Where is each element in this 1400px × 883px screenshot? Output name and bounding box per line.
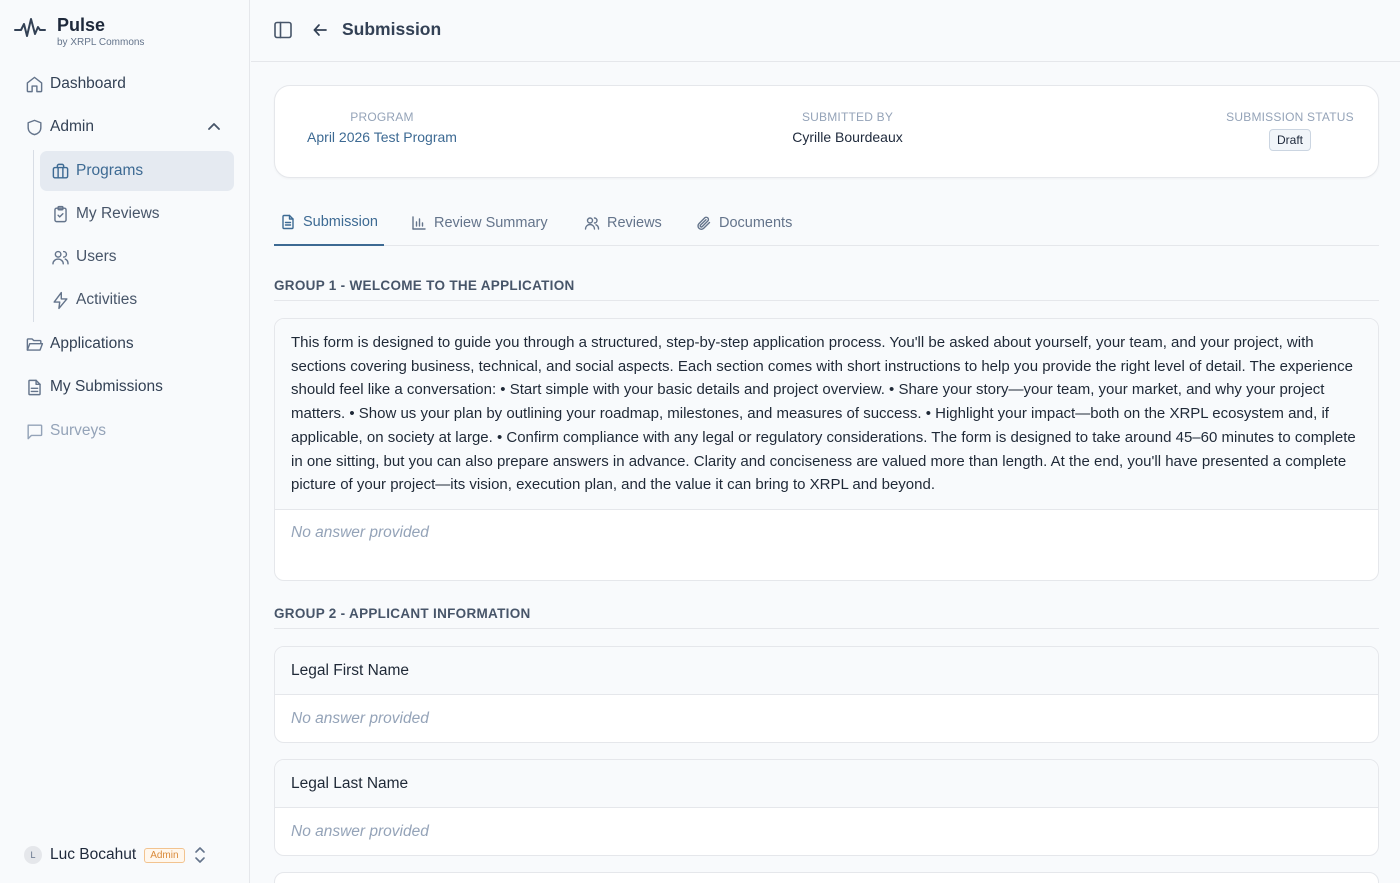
question-label: Legal Last Name [275,760,1378,808]
sidebar-item-my-reviews[interactable]: My Reviews [40,194,234,234]
submitted-by-label: SUBMITTED BY [801,110,894,124]
avatar: L [24,846,42,864]
group-title: GROUP 2 - APPLICANT INFORMATION [274,606,1379,629]
submission-meta-card: PROGRAM April 2026 Test Program SUBMITTE… [274,85,1379,178]
answer-text: No answer provided [291,709,429,727]
bar-chart-icon [412,216,426,230]
sidebar-item-programs[interactable]: Programs [40,151,234,191]
briefcase-icon [50,161,70,181]
tab-label: Documents [719,215,793,231]
sidebar: Pulse by XRPL Commons Dashboard Admin Pr… [0,0,250,883]
question-card: Legal Last Name No answer provided [274,759,1379,856]
page-title: Submission [342,19,442,39]
shield-icon [24,117,44,137]
pulse-logo-icon [14,18,46,37]
sidebar-item-label: My Reviews [76,205,160,222]
group-title: GROUP 1 - WELCOME TO THE APPLICATION [274,278,1379,301]
file-text-icon [24,377,44,397]
tab-label: Reviews [607,215,662,231]
sidebar-item-label: Surveys [50,422,106,439]
brand-subtitle: by XRPL Commons [57,37,145,48]
question-label: Legal First Name [275,647,1378,695]
sidebar-item-label: Applications [50,335,134,352]
submenu-divider [33,150,34,322]
sidebar-toggle-icon[interactable] [273,20,293,40]
program-link[interactable]: April 2026 Test Program [299,129,465,145]
tab-submission[interactable]: Submission [274,200,384,246]
brand-name: Pulse [57,15,106,35]
paperclip-icon [697,216,711,230]
sidebar-item-label: Dashboard [50,75,126,92]
question-card [274,872,1379,883]
tab-label: Submission [303,214,378,230]
tab-reviews[interactable]: Reviews [584,200,662,246]
submitted-by-info: SUBMITTED BY Cyrille Bourdeaux [765,110,930,145]
zap-icon [50,290,70,310]
role-badge: Admin [144,847,185,863]
status-label: SUBMISSION STATUS [1226,110,1354,124]
chevrons-up-down-icon[interactable] [193,846,207,864]
question-card: Legal First Name No answer provided [274,646,1379,743]
question-card: This form is designed to guide you throu… [274,318,1379,581]
brand[interactable]: Pulse by XRPL Commons [14,14,144,49]
status-info: SUBMISSION STATUS Draft [1225,110,1355,151]
submitted-by-value: Cyrille Bourdeaux [792,129,903,145]
tab-bar: Submission Review Summary Reviews Docume… [274,200,1379,246]
sidebar-item-label: Programs [76,162,144,179]
sidebar-item-admin[interactable]: Admin [24,107,234,147]
users-icon [584,217,600,230]
status-badge: Draft [1268,129,1311,151]
file-icon [282,214,294,230]
chevron-up-icon[interactable] [206,119,222,135]
sidebar-item-applications[interactable]: Applications [24,324,234,364]
sidebar-item-label: Activities [76,291,138,308]
tab-documents[interactable]: Documents [696,200,792,246]
sidebar-item-users[interactable]: Users [40,237,234,277]
sidebar-item-activities[interactable]: Activities [40,280,234,320]
sidebar-item-label: Users [76,248,117,265]
folder-open-icon [24,334,44,354]
program-info: PROGRAM April 2026 Test Program [299,110,465,145]
clipboard-check-icon [50,204,70,224]
sidebar-item-surveys[interactable]: Surveys [24,411,234,451]
message-square-icon [24,421,44,441]
user-name: Luc Bocahut [50,846,137,863]
answer-text: No answer provided [291,524,429,542]
sidebar-item-label: My Submissions [50,378,163,395]
sidebar-item-label: Admin [50,118,94,135]
sidebar-item-dashboard[interactable]: Dashboard [24,64,234,104]
users-icon [50,247,70,267]
back-arrow-icon[interactable] [312,21,328,39]
home-icon [24,74,44,94]
user-menu[interactable]: L Luc Bocahut Admin [24,841,234,869]
sidebar-item-my-submissions[interactable]: My Submissions [24,367,234,407]
tab-review-summary[interactable]: Review Summary [411,200,548,246]
top-bar: Submission [251,0,1400,62]
answer-text: No answer provided [291,822,429,840]
program-label: PROGRAM [350,110,414,124]
tab-label: Review Summary [434,215,548,231]
question-text: This form is designed to guide you throu… [275,319,1378,510]
